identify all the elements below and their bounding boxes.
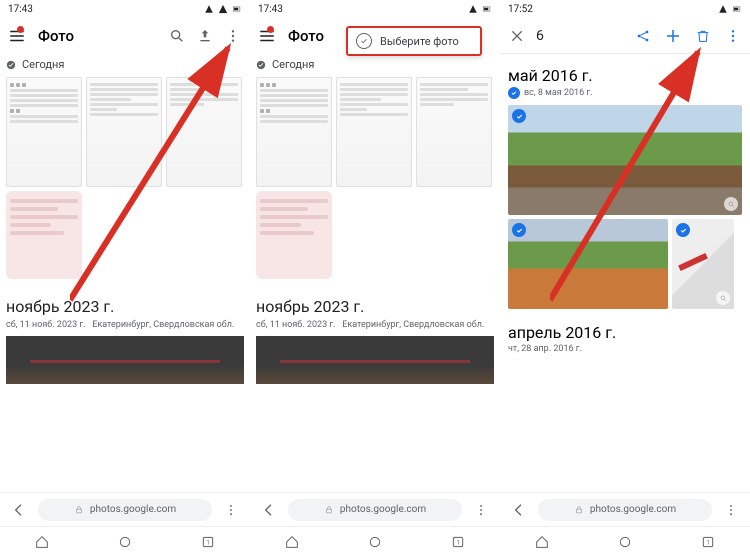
- overview-icon[interactable]: [364, 531, 386, 553]
- tabs-icon[interactable]: 1: [697, 531, 719, 553]
- photo-thumbnail[interactable]: [336, 77, 412, 187]
- device-nav-bar: 1: [0, 526, 250, 556]
- browser-more-icon[interactable]: [220, 499, 242, 521]
- browser-url-bar: photos.google.com: [250, 492, 500, 526]
- menu-icon[interactable]: [256, 25, 278, 47]
- check-circle-icon: [508, 87, 520, 99]
- menu-icon[interactable]: [6, 25, 28, 47]
- url-text: photos.google.com: [90, 504, 176, 515]
- overview-icon[interactable]: [614, 531, 636, 553]
- back-icon[interactable]: [258, 499, 280, 521]
- month-header: апрель 2016 г.: [508, 323, 742, 342]
- status-time: 17:43: [8, 4, 33, 15]
- select-photos-label: Выберите фото: [380, 35, 459, 48]
- status-icons: [468, 4, 492, 14]
- url-field[interactable]: photos.google.com: [38, 499, 212, 521]
- browser-url-bar: photos.google.com: [500, 492, 750, 526]
- notification-dot: [17, 26, 24, 33]
- tabs-icon[interactable]: 1: [197, 531, 219, 553]
- svg-text:1: 1: [457, 539, 460, 546]
- status-icons: [204, 4, 242, 14]
- selection-check-icon: [512, 109, 526, 123]
- status-time: 17:52: [508, 4, 533, 15]
- today-header: Сегодня: [256, 58, 494, 71]
- photo-thumbnail[interactable]: [256, 77, 332, 187]
- month-header: ноябрь 2023 г.: [256, 297, 494, 316]
- status-icons: [718, 4, 742, 14]
- date-subheader: сб, 11 нояб. 2023 г. Екатеринбург, Сверд…: [256, 320, 494, 330]
- photo-thumbnail[interactable]: [6, 336, 244, 384]
- url-text: photos.google.com: [590, 504, 676, 515]
- browser-url-bar: photos.google.com: [0, 492, 250, 526]
- back-icon[interactable]: [8, 499, 30, 521]
- overview-icon[interactable]: [114, 531, 136, 553]
- date-subheader[interactable]: чт, 28 апр. 2016 г.: [508, 344, 742, 354]
- tabs-icon[interactable]: 1: [447, 531, 469, 553]
- notification-dot: [267, 26, 274, 33]
- close-icon[interactable]: [506, 25, 528, 47]
- back-icon[interactable]: [508, 499, 530, 521]
- device-nav-bar: 1: [250, 526, 500, 556]
- url-field[interactable]: photos.google.com: [288, 499, 462, 521]
- status-bar: 17:43: [0, 0, 250, 18]
- page-title: Фото: [288, 27, 324, 45]
- home-icon[interactable]: [281, 531, 303, 553]
- photo-thumbnail[interactable]: [256, 336, 494, 384]
- status-bar: 17:52: [500, 0, 750, 18]
- url-field[interactable]: photos.google.com: [538, 499, 712, 521]
- browser-more-icon[interactable]: [470, 499, 492, 521]
- selection-count: 6: [536, 28, 544, 44]
- browser-more-icon[interactable]: [720, 499, 742, 521]
- today-label: Сегодня: [22, 58, 64, 71]
- photo-thumbnail[interactable]: [416, 77, 492, 187]
- url-text: photos.google.com: [340, 504, 426, 515]
- svg-text:1: 1: [207, 539, 210, 546]
- svg-text:1: 1: [707, 539, 710, 546]
- today-label: Сегодня: [272, 58, 314, 71]
- status-bar: 17:43: [250, 0, 500, 18]
- photo-feed: Сегодня: [250, 54, 500, 492]
- select-photos-menu-item[interactable]: Выберите фото: [346, 26, 482, 56]
- selection-check-icon: [512, 223, 526, 237]
- screenshot-panel-1: 17:43 Фото Сегодня: [0, 0, 250, 556]
- screenshot-panel-2: 17:43 Фото Выберите фото Сегодня: [250, 0, 500, 556]
- date-subheader: сб, 11 нояб. 2023 г. Екатеринбург, Сверд…: [6, 320, 244, 330]
- home-icon[interactable]: [31, 531, 53, 553]
- home-icon[interactable]: [531, 531, 553, 553]
- photo-thumbnail[interactable]: [256, 191, 332, 279]
- check-circle-icon: [356, 33, 372, 49]
- screenshot-panel-3: 17:52 6 май 2016 г. вс, 8 мая 2016 г.: [500, 0, 750, 556]
- device-nav-bar: 1: [500, 526, 750, 556]
- page-title: Фото: [38, 27, 74, 45]
- status-time: 17:43: [258, 4, 283, 15]
